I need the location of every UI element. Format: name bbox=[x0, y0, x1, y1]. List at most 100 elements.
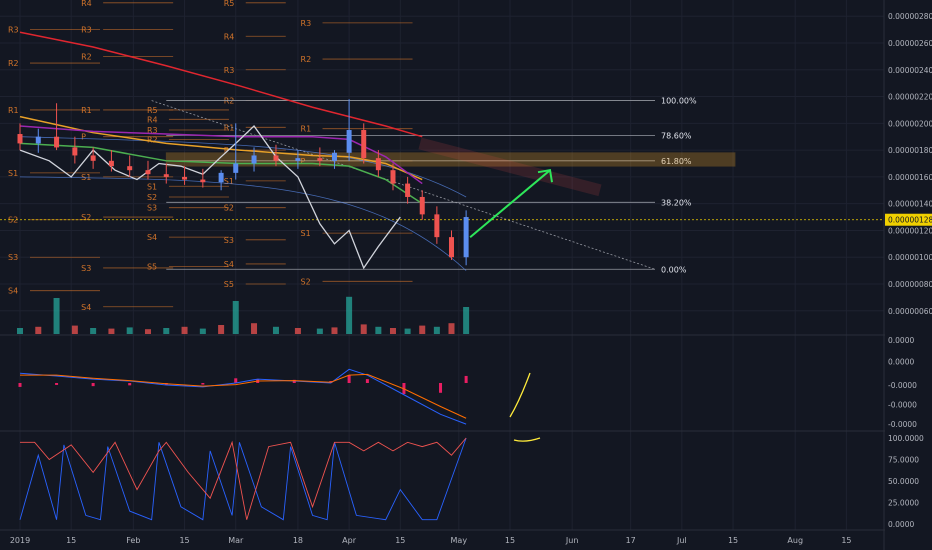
time-tick-label: 15 bbox=[728, 536, 738, 545]
pivot-label: R2 bbox=[8, 59, 19, 68]
pivot-label: R3 bbox=[301, 19, 312, 28]
pivot-label: S5 bbox=[224, 280, 234, 289]
candle-body bbox=[182, 176, 188, 180]
pivot-label: R3 bbox=[81, 26, 92, 35]
candle-body bbox=[375, 158, 381, 171]
candle-body bbox=[251, 155, 257, 164]
pivot-label: R5 bbox=[147, 106, 158, 115]
candle-body bbox=[419, 196, 425, 215]
macd-tick-label: 0.0000 bbox=[888, 357, 914, 366]
time-tick-label: 17 bbox=[626, 536, 636, 545]
pivot-label: R4 bbox=[81, 0, 92, 8]
macd-histogram-bar bbox=[128, 383, 132, 386]
stochastic-tick-label: 0.0000 bbox=[888, 520, 914, 529]
candle-body bbox=[295, 158, 301, 161]
candle-body bbox=[163, 174, 169, 177]
time-tick-label: 2019 bbox=[10, 536, 30, 545]
price-axis-bg bbox=[885, 0, 932, 550]
time-tick-label: May bbox=[451, 536, 468, 545]
chart-canvas[interactable]: R4R3 R3R2R2R1 R1PS1 S1S2 S2S3S3S4S4R5R4R3R2S… bbox=[0, 0, 932, 550]
pivot-label: S3 bbox=[81, 264, 91, 273]
time-tick-label: 15 bbox=[179, 536, 189, 545]
pivot-label: R2 bbox=[301, 55, 312, 64]
time-tick-label: 15 bbox=[395, 536, 405, 545]
pivot-label: S1 bbox=[224, 177, 234, 186]
pivot-label: R2 bbox=[224, 97, 235, 106]
stochastic-tick-label: 50.0000 bbox=[888, 477, 919, 486]
volume-bar bbox=[272, 326, 279, 334]
macd-histogram-bar bbox=[18, 383, 22, 387]
stochastic-tick-label: 25.0000 bbox=[888, 499, 919, 508]
candle-body bbox=[200, 179, 206, 183]
price-tick-label: 0.00000200 bbox=[888, 119, 932, 128]
volume-bar bbox=[181, 326, 188, 334]
price-tick-label: 0.00000160 bbox=[888, 173, 932, 182]
pivot-label: S2 bbox=[224, 204, 234, 213]
price-tick-label: 0.00000060 bbox=[888, 307, 932, 316]
candle-body bbox=[233, 163, 239, 173]
candle-body bbox=[434, 214, 440, 238]
volume-bar bbox=[448, 323, 455, 334]
time-tick-label: 15 bbox=[841, 536, 851, 545]
time-tick-label: Apr bbox=[342, 536, 357, 545]
candle-body bbox=[145, 170, 151, 175]
time-tick-label: 15 bbox=[66, 536, 76, 545]
macd-tick-label: -0.0000 bbox=[888, 381, 917, 390]
candle-body bbox=[108, 160, 114, 167]
volume-bar bbox=[463, 307, 470, 334]
time-tick-label: Feb bbox=[126, 536, 140, 545]
price-tick-label: 0.00000220 bbox=[888, 93, 932, 102]
candle-body bbox=[448, 237, 454, 258]
pivot-label: S1 bbox=[8, 169, 18, 178]
pivot-label: R2 bbox=[147, 135, 158, 144]
pivot-label: S2 bbox=[81, 213, 91, 222]
volume-bar bbox=[90, 328, 97, 334]
pivot-label: S1 bbox=[147, 182, 157, 191]
time-tick-label: Mar bbox=[228, 536, 244, 545]
candle-body bbox=[273, 155, 279, 161]
chart-background bbox=[0, 0, 932, 550]
price-tick-label: 0.00000100 bbox=[888, 253, 932, 262]
pivot-label: S1 bbox=[301, 229, 311, 238]
macd-histogram-bar bbox=[201, 383, 205, 385]
volume-bar bbox=[71, 325, 78, 334]
fib-label: 38.20% bbox=[661, 198, 692, 207]
pivot-label: S4 bbox=[8, 287, 18, 296]
stochastic-tick-label: 75.0000 bbox=[888, 456, 919, 465]
candle-body bbox=[463, 217, 469, 258]
pivot-label: R1 bbox=[81, 106, 92, 115]
volume-bar bbox=[360, 324, 367, 334]
time-tick-label: Jul bbox=[676, 536, 687, 545]
pivot-label: R3 bbox=[224, 66, 235, 75]
pivot-label: R2 bbox=[81, 52, 92, 61]
volume-bar bbox=[316, 328, 323, 334]
pivot-label: S2 bbox=[8, 216, 18, 225]
macd-histogram-bar bbox=[439, 383, 443, 393]
price-tick-label: 0.00000140 bbox=[888, 200, 932, 209]
macd-histogram-bar bbox=[234, 378, 238, 383]
pivot-label: S3 bbox=[224, 236, 234, 245]
volume-bar bbox=[346, 296, 353, 334]
volume-bar bbox=[108, 328, 115, 334]
candle-body bbox=[361, 130, 367, 159]
macd-tick-label: 0.0000 bbox=[888, 336, 914, 345]
volume-bar bbox=[218, 325, 225, 334]
macd-histogram-bar bbox=[91, 383, 95, 387]
macd-histogram-bar bbox=[464, 375, 468, 383]
candle-body bbox=[35, 136, 41, 144]
volume-bar bbox=[144, 329, 151, 334]
fib-label: 78.60% bbox=[661, 131, 692, 140]
candle-body bbox=[390, 170, 396, 184]
candle-body bbox=[17, 134, 23, 144]
volume-bar bbox=[419, 325, 426, 334]
pivot-label: S3 bbox=[8, 253, 18, 262]
pivot-label: S5 bbox=[147, 263, 157, 272]
pivot-label: S3 bbox=[147, 204, 157, 213]
volume-bar bbox=[389, 328, 396, 334]
volume-bar bbox=[375, 326, 382, 334]
price-tick-label: 0.00000120 bbox=[888, 226, 932, 235]
volume-bar bbox=[294, 328, 301, 334]
price-tick-label: 0.00000280 bbox=[888, 12, 932, 21]
macd-tick-label: -0.0000 bbox=[888, 401, 917, 410]
chart-stage: R4 R3 R3 R2 R2 R1 R1 P S1 S1 S2 S2 S3 S3 S4 S4 R5 R4 R3 R2 S… bbox=[0, 0, 932, 550]
